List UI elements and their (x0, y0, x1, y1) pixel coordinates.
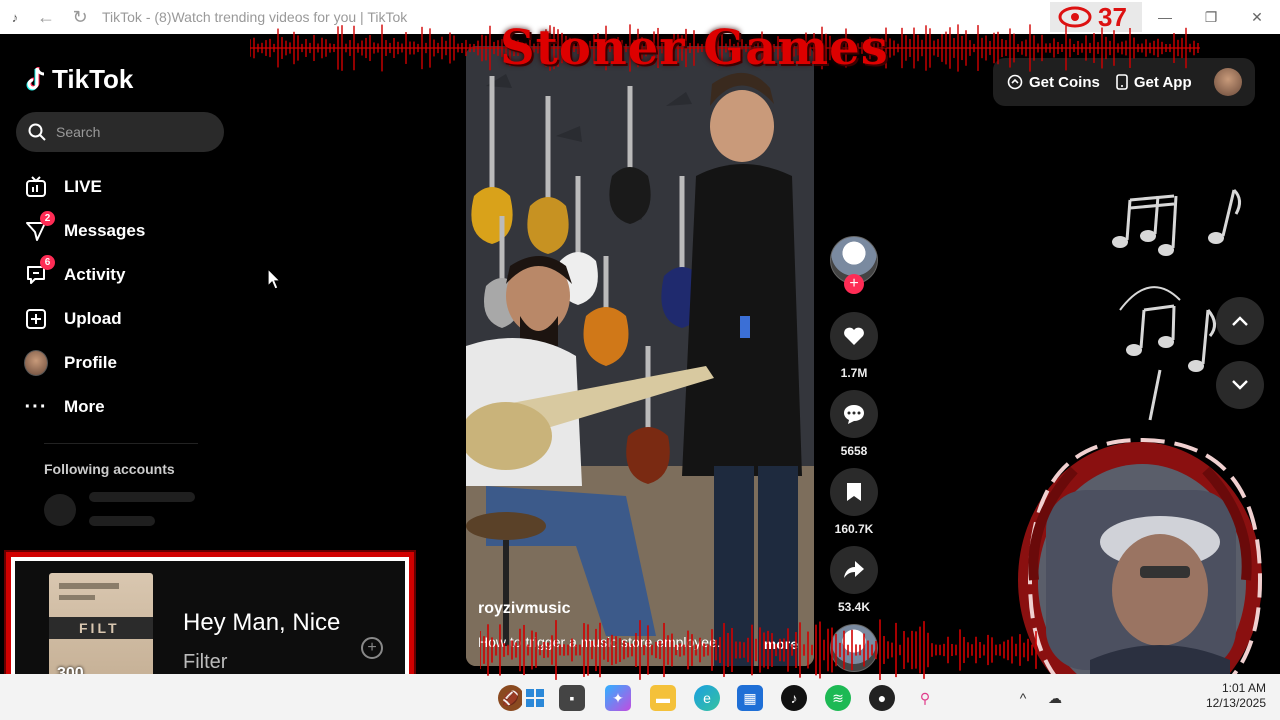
plus-square-icon (24, 307, 48, 331)
live-tv-icon (24, 175, 48, 199)
task-view-icon[interactable]: ▪ (559, 685, 585, 711)
share-count: 53.4K (837, 600, 871, 614)
edge-browser-icon[interactable]: e (694, 685, 720, 711)
sidebar-item-upload[interactable]: Upload (24, 297, 244, 341)
like-button[interactable]: 1.7M (830, 312, 878, 380)
now-playing-song: Hey Man, Nice Sho (183, 609, 343, 636)
get-app-button[interactable]: Get App (1116, 74, 1192, 91)
music-notes-overlay (1112, 188, 1241, 421)
system-clock[interactable]: 1:01 AM 12/13/2025 (1206, 681, 1266, 711)
message-bell-icon: 6 (24, 255, 55, 287)
mouse-cursor-icon (267, 268, 281, 290)
header-actions: Get Coins Get App (993, 58, 1255, 106)
share-button[interactable]: 53.4K (830, 546, 878, 614)
album-art-text: FILT (49, 617, 153, 639)
sidebar-item-label: More (64, 397, 105, 416)
video-description: How to trigger a music store employee. (478, 634, 721, 650)
onedrive-cloud-icon[interactable]: ☁ (1042, 685, 1068, 711)
sidebar-item-more[interactable]: ··· More (24, 385, 244, 429)
skeleton-line (89, 516, 155, 526)
avatar (24, 350, 48, 376)
restore-icon[interactable]: ❐ (1188, 0, 1234, 34)
football-widget-icon[interactable]: 🏈 (498, 685, 524, 711)
sidebar-menu: LIVE 2 Messages 6 Activity Upload Profil… (24, 165, 244, 429)
close-icon[interactable]: ✕ (1234, 0, 1280, 34)
save-count: 160.7K (834, 522, 874, 536)
eye-icon (1058, 6, 1092, 28)
search-icon (28, 123, 46, 141)
tiktok-logo[interactable]: TikTok (24, 64, 133, 95)
spotify-icon[interactable]: ≋ (825, 685, 851, 711)
sidebar-item-label: Activity (64, 265, 126, 284)
copilot-icon[interactable]: ✦ (605, 685, 631, 711)
tiktok-app-icon[interactable]: ♪ (781, 685, 807, 711)
video-frame (466, 46, 814, 666)
phone-icon (1116, 74, 1128, 90)
share-arrow-icon (844, 561, 864, 578)
sidebar-item-label: Upload (64, 309, 122, 328)
viewer-count-overlay: 37 (1050, 2, 1142, 32)
refresh-icon[interactable]: ↻ (68, 7, 92, 28)
search-placeholder: Search (56, 124, 101, 140)
sidebar-item-profile[interactable]: Profile (24, 341, 244, 385)
avatar[interactable] (1213, 68, 1242, 96)
chevron-up-tray-icon[interactable]: ^ (1010, 685, 1036, 711)
start-menu-icon[interactable] (522, 685, 548, 711)
heart-icon (844, 327, 864, 345)
minimize-icon[interactable]: — (1142, 0, 1188, 34)
add-song-plus-icon[interactable]: + (361, 637, 383, 659)
following-accounts-title: Following accounts (44, 461, 175, 477)
comment-icon (844, 405, 864, 424)
get-app-label: Get App (1133, 73, 1192, 91)
skeleton-avatar (44, 494, 76, 526)
get-coins-label: Get Coins (1029, 73, 1100, 91)
follow-plus-icon[interactable]: + (844, 274, 864, 294)
like-count: 1.7M (840, 366, 868, 380)
activity-badge: 6 (40, 255, 55, 270)
back-arrow-icon[interactable]: ← (34, 7, 58, 28)
save-button[interactable]: 160.7K (830, 468, 878, 536)
clock-date: 12/13/2025 (1205, 696, 1266, 710)
ellipsis-icon: ··· (24, 395, 48, 418)
location-pin-icon[interactable]: ⚲ (912, 685, 938, 711)
creator-avatar-button[interactable]: + (830, 236, 878, 294)
brand-name: TikTok (52, 64, 134, 94)
obs-icon[interactable]: ● (869, 685, 895, 711)
sound-disc-button[interactable] (830, 624, 878, 672)
sidebar-item-label: Messages (64, 221, 146, 240)
viewer-count: 37 (1098, 1, 1127, 32)
bookmark-icon (847, 483, 861, 501)
window-title: TikTok - (8)Watch trending videos for yo… (102, 9, 408, 25)
windows-taskbar (0, 674, 1280, 720)
sidebar-item-messages[interactable]: 2 Messages (24, 209, 244, 253)
sidebar-item-live[interactable]: LIVE (24, 165, 244, 209)
more-link[interactable]: more (764, 636, 798, 652)
comment-button[interactable]: 5658 (830, 390, 878, 458)
now-playing-artist: Filter (183, 651, 228, 673)
video-player[interactable]: royzivmusic How to trigger a music store… (466, 46, 814, 666)
microsoft-store-icon[interactable]: ▦ (737, 685, 763, 711)
video-username[interactable]: royzivmusic (478, 600, 570, 618)
music-disc-icon[interactable] (830, 624, 878, 672)
messages-badge: 2 (40, 211, 55, 226)
coin-icon (1007, 74, 1023, 90)
sidebar-item-activity[interactable]: 6 Activity (24, 253, 244, 297)
comment-count: 5658 (840, 444, 868, 458)
file-explorer-icon[interactable]: ▬ (650, 685, 676, 711)
sidebar-item-label: Profile (64, 353, 117, 372)
sidebar-item-label: LIVE (64, 177, 102, 196)
tiktok-tab-icon: ♪ (11, 9, 19, 25)
search-input[interactable]: Search (16, 112, 224, 152)
clock-time: 1:01 AM (1221, 681, 1266, 695)
skeleton-line (89, 492, 195, 502)
divider (44, 443, 198, 444)
tiktok-note-icon (26, 66, 45, 90)
get-coins-button[interactable]: Get Coins (1007, 74, 1100, 91)
paper-plane-icon: 2 (24, 211, 55, 243)
